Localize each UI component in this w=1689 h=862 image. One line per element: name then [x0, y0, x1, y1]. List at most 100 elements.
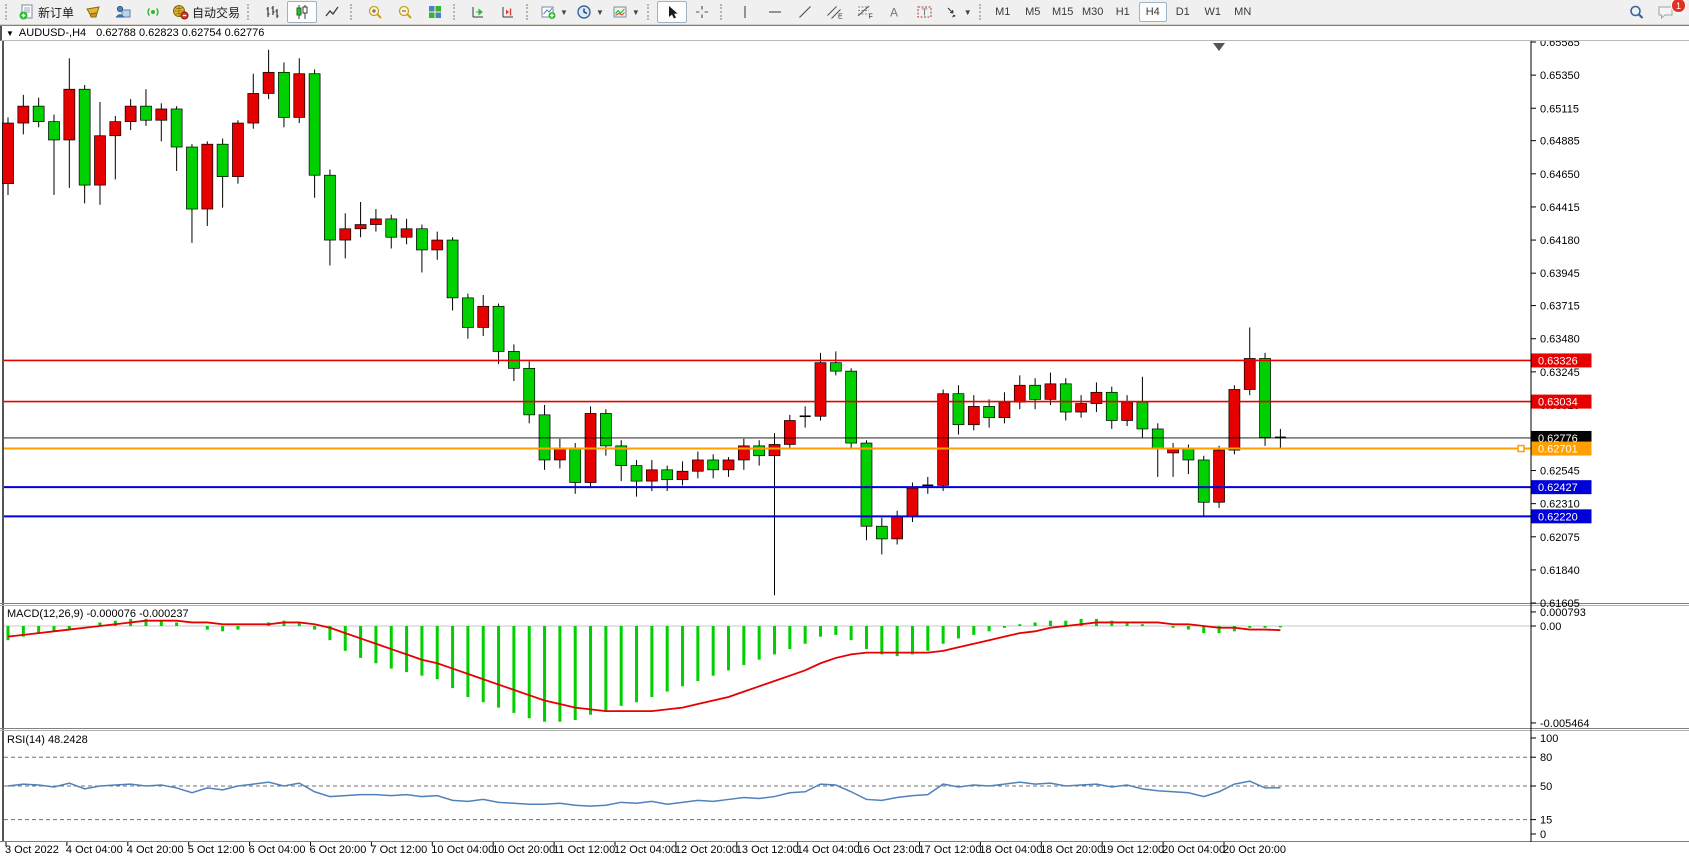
periods-button[interactable]: ▼ [572, 1, 608, 23]
time-tick: 6 Oct 20:00 [310, 844, 367, 856]
indicators-icon [540, 4, 556, 20]
toolbar-grip[interactable] [979, 4, 986, 20]
price-tick: 0.65115 [1540, 103, 1579, 115]
price-tick: 0.62075 [1540, 532, 1580, 544]
dropdown-caret: ▼ [632, 8, 640, 17]
timeframe-m1[interactable]: M1 [989, 2, 1017, 22]
tile-windows-icon [427, 4, 443, 20]
crosshair-button[interactable] [687, 1, 717, 23]
rsi-axis-tick: 100 [1540, 733, 1558, 745]
zoom-out-button[interactable] [390, 1, 420, 23]
templates-button[interactable]: ▼ [608, 1, 644, 23]
main-toolbar: 新订单 自动交易 [0, 0, 1689, 25]
toolbar-grip[interactable] [5, 4, 12, 20]
price-tick: 0.65585 [1540, 41, 1580, 49]
time-tick: 18 Oct 04:00 [979, 844, 1042, 856]
toolbar-grip[interactable] [526, 4, 533, 20]
new-order-icon [19, 4, 35, 20]
price-tick: 0.64650 [1540, 169, 1580, 181]
text-icon: A [887, 4, 902, 20]
text-button[interactable]: A [880, 1, 910, 23]
bar-chart-button[interactable] [257, 1, 287, 23]
time-axis[interactable]: 3 Oct 20224 Oct 04:004 Oct 20:005 Oct 12… [5, 842, 1286, 856]
toolbar-grip[interactable] [453, 4, 460, 20]
market-watch-icon [85, 4, 101, 20]
news-icon [145, 4, 161, 20]
arrows-icon [944, 4, 960, 20]
candlestick-icon [294, 4, 310, 20]
time-tick: 13 Oct 12:00 [736, 844, 799, 856]
auto-scroll-icon [470, 4, 486, 20]
arrows-button[interactable]: ▼ [940, 1, 976, 23]
auto-trading-label: 自动交易 [192, 4, 240, 21]
zoom-out-icon [397, 4, 413, 20]
line-chart-button[interactable] [317, 1, 347, 23]
dropdown-caret: ▼ [964, 8, 972, 17]
auto-scroll-button[interactable] [463, 1, 493, 23]
price-tick: 0.61840 [1540, 565, 1580, 577]
vertical-line-button[interactable] [730, 1, 760, 23]
chart-titlebar[interactable]: ▼ AUDUSD-,H4 0.62788 0.62823 0.62754 0.6… [0, 26, 1689, 41]
trendline-button[interactable] [790, 1, 820, 23]
price-tick: 0.63945 [1540, 268, 1580, 280]
price-chart[interactable]: MACD(12,26,9) -0.000076 -0.000237RSI(14)… [0, 41, 1689, 862]
text-label-button[interactable]: T [910, 1, 940, 23]
time-tick: 20 Oct 04:00 [1162, 844, 1225, 856]
rsi-axis-tick: 0 [1540, 829, 1546, 841]
price-tick: 0.65350 [1540, 70, 1580, 82]
auto-trading-button[interactable]: 自动交易 [168, 1, 244, 23]
time-tick: 6 Oct 04:00 [249, 844, 306, 856]
cursor-button[interactable] [657, 1, 687, 23]
timeframe-m30[interactable]: M30 [1079, 2, 1107, 22]
zoom-in-button[interactable] [360, 1, 390, 23]
timeframe-mn[interactable]: MN [1229, 2, 1257, 22]
timeframe-d1[interactable]: D1 [1169, 2, 1197, 22]
rsi-label: RSI(14) 48.2428 [7, 734, 88, 746]
dropdown-caret: ▼ [596, 8, 604, 17]
time-tick: 16 Oct 23:00 [858, 844, 921, 856]
timeframe-h1[interactable]: H1 [1109, 2, 1137, 22]
auto-trading-icon [172, 4, 189, 20]
search-button[interactable] [1621, 1, 1651, 23]
price-tick: 0.64180 [1540, 235, 1580, 247]
tile-windows-button[interactable] [420, 1, 450, 23]
timeframe-w1[interactable]: W1 [1199, 2, 1227, 22]
toolbar-grip[interactable] [350, 4, 357, 20]
indicators-button[interactable]: ▼ [536, 1, 572, 23]
toolbar-grip[interactable] [647, 4, 654, 20]
chart-shift-button[interactable] [493, 1, 523, 23]
chart-symbol-period: AUDUSD-,H4 [19, 27, 86, 39]
horizontal-line-button[interactable] [760, 1, 790, 23]
timeframe-h4[interactable]: H4 [1139, 2, 1167, 22]
toolbar-grip[interactable] [247, 4, 254, 20]
chart-dropdown-icon[interactable]: ▼ [6, 29, 14, 38]
cursor-icon [664, 4, 680, 20]
chat-button[interactable]: 1 [1651, 1, 1681, 23]
price-badge-label: 0.63326 [1538, 355, 1578, 367]
time-tick: 11 Oct 12:00 [553, 844, 615, 856]
candlestick-button[interactable] [287, 1, 317, 23]
timeframe-m5[interactable]: M5 [1019, 2, 1047, 22]
text-label-icon: T [916, 4, 933, 20]
timeframe-m15[interactable]: M15 [1049, 2, 1077, 22]
price-badge-label: 0.62220 [1538, 511, 1578, 523]
fibonacci-icon: F [856, 4, 874, 20]
time-tick: 10 Oct 20:00 [492, 844, 555, 856]
rsi-axis-tick: 80 [1540, 752, 1552, 764]
time-tick: 4 Oct 04:00 [66, 844, 123, 856]
fibonacci-button[interactable]: F [850, 1, 880, 23]
equidistant-channel-button[interactable]: E [820, 1, 850, 23]
toolbar-grip[interactable] [720, 4, 727, 20]
macd-axis-tick: -0.005464 [1540, 718, 1590, 730]
time-tick: 3 Oct 2022 [5, 844, 59, 856]
new-order-button[interactable]: 新订单 [15, 1, 78, 23]
time-tick: 5 Oct 12:00 [188, 844, 245, 856]
time-tick: 20 Oct 20:00 [1223, 844, 1286, 856]
orange-line-handle[interactable] [1518, 446, 1524, 452]
rsi-axis-tick: 50 [1540, 781, 1552, 793]
trendline-icon [797, 4, 813, 20]
market-watch-button[interactable] [78, 1, 108, 23]
data-window-button[interactable] [108, 1, 138, 23]
news-button[interactable] [138, 1, 168, 23]
vertical-line-icon [738, 4, 752, 20]
